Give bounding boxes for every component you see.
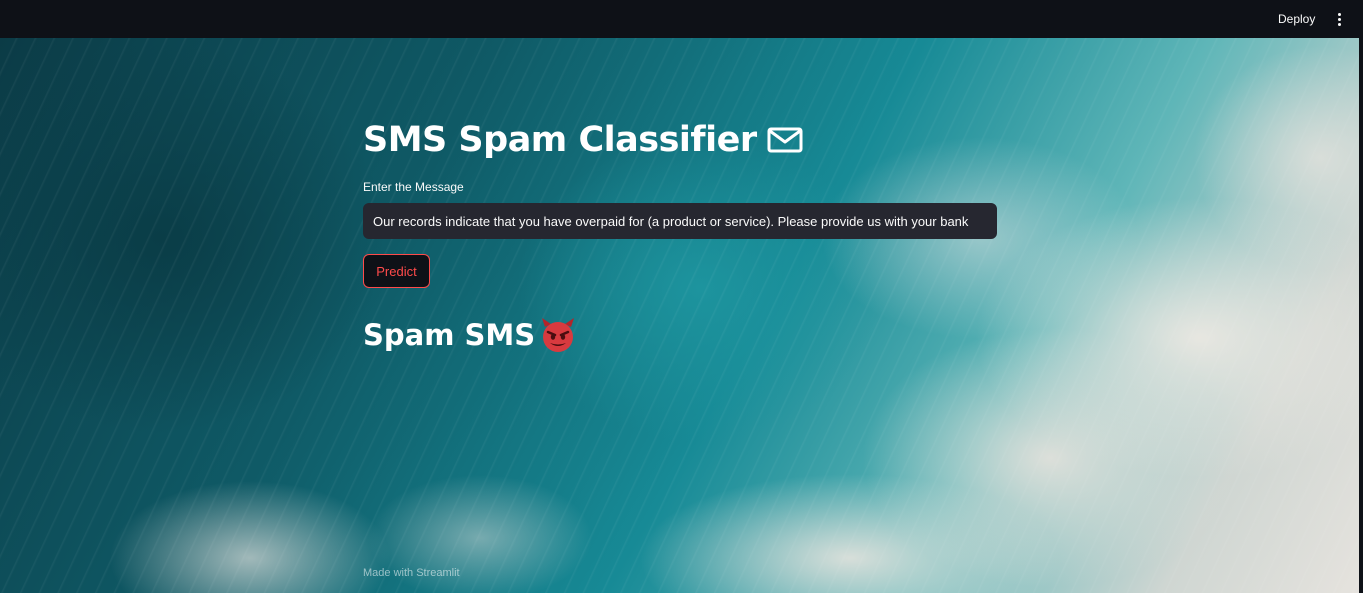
page-title: SMS Spam Classifier [363,120,757,160]
predict-button[interactable]: Predict [363,254,430,288]
smiling-devil-icon [539,316,577,354]
envelope-icon [767,127,803,153]
message-input-label: Enter the Message [363,180,464,194]
message-input[interactable] [363,203,997,239]
more-vertical-icon[interactable] [1329,9,1349,29]
top-header: Deploy [0,0,1363,38]
title-row: SMS Spam Classifier [363,120,803,160]
menu-dot [1337,12,1341,16]
menu-dot [1337,22,1341,26]
footer-credit[interactable]: Made with Streamlit [363,567,460,579]
prediction-result: Spam SMS [363,316,577,354]
right-frame [1359,38,1363,593]
app-root: Deploy SMS Spam Classifier Enter the Mes… [0,0,1363,593]
deploy-button[interactable]: Deploy [1268,8,1325,30]
result-text: Spam SMS [363,318,536,352]
main-content: SMS Spam Classifier Enter the Message Pr… [363,38,1003,593]
menu-dot [1337,17,1341,21]
